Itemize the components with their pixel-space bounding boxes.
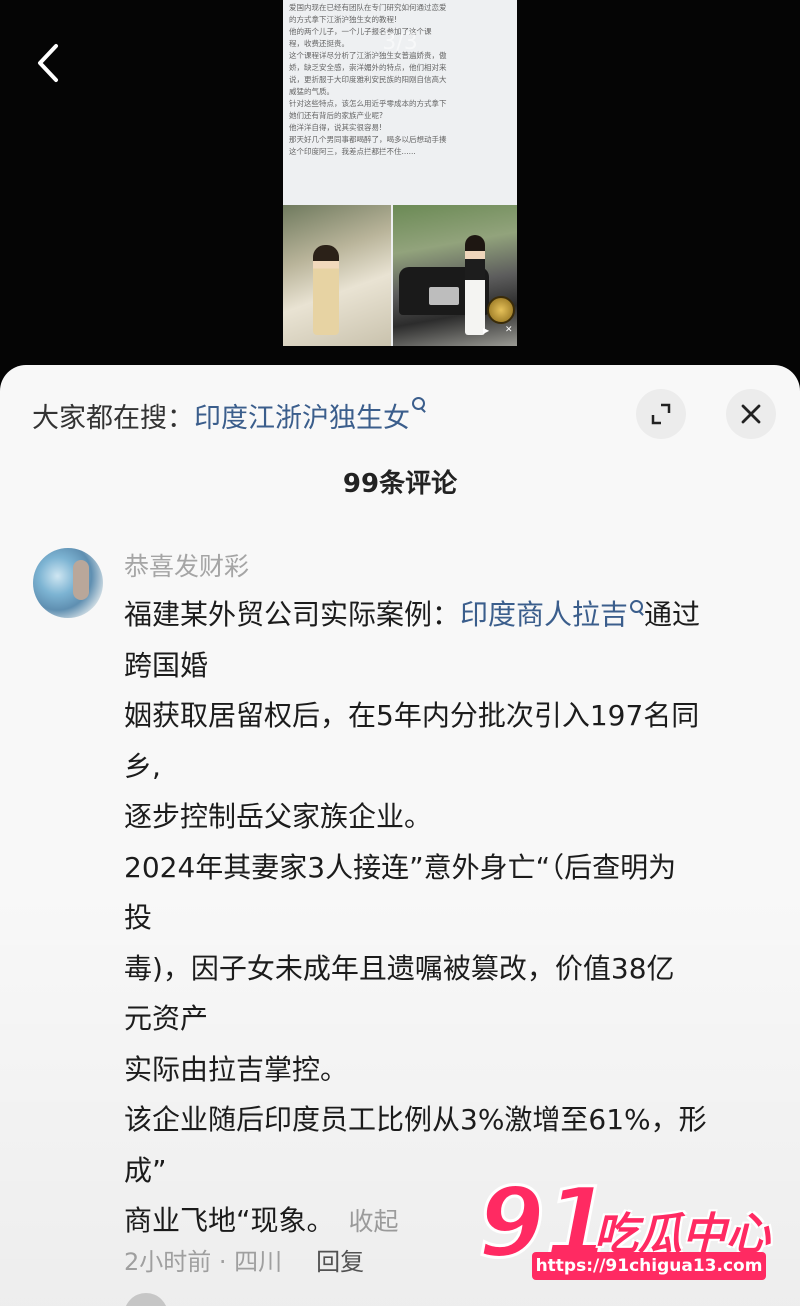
- comment-line: 该企业随后印度员工比例从3%激增至61%，形: [124, 1103, 707, 1136]
- photo-person: [465, 235, 485, 335]
- expand-icon: [651, 403, 671, 425]
- image-counter: 3/3: [382, 30, 418, 55]
- back-button[interactable]: [28, 38, 68, 88]
- close-button[interactable]: [726, 389, 776, 439]
- comment-line: 毒)，因子女未成年且遗嘱被篡改，价值38亿: [124, 951, 675, 985]
- comment-sheet: 大家都在搜： 印度江浙沪独生女 99条评论 恭喜发财彩 福建某外贸公司实际案例：…: [0, 365, 800, 1306]
- search-term-link[interactable]: 印度江浙沪独生女: [194, 396, 410, 435]
- photo-person: [313, 245, 339, 335]
- search-icon: [412, 397, 426, 417]
- post-line: 针对这些特点，该怎么用近乎零成本的方式拿下: [289, 99, 447, 108]
- close-icon: ✕: [505, 325, 513, 335]
- post-line: 的方式拿下江浙沪独生女的教程!: [289, 15, 398, 24]
- back-icon: [38, 44, 58, 82]
- badge-icon: [487, 296, 515, 324]
- search-prefix: 大家都在搜：: [32, 402, 194, 434]
- comment-text-span: 福建某外贸公司实际案例：: [124, 598, 461, 631]
- keyword-link[interactable]: 印度商人拉吉: [460, 598, 628, 631]
- reply-button[interactable]: 回复: [316, 1248, 364, 1276]
- post-photo-left: [283, 205, 391, 346]
- comment-text-span: 商业飞地“现象。: [124, 1204, 335, 1237]
- post-line: 那天好几个男同事都喝醉了，喝多以后想动手揍: [289, 135, 447, 144]
- comment-line: 乡,: [124, 749, 161, 783]
- avatar[interactable]: [124, 1293, 168, 1306]
- post-line: 说，更折服于大印度雅利安民族的阳刚自信高大: [289, 75, 447, 84]
- post-line: 他洋洋自得，说其实很容易!: [289, 123, 383, 132]
- close-icon: [741, 404, 761, 424]
- avatar[interactable]: [33, 548, 103, 618]
- comment-line: 姻获取居留权后，在5年内分批次引入197名同: [124, 699, 700, 732]
- comment-username[interactable]: 恭喜发财彩: [124, 547, 249, 583]
- comment-count: 99条评论: [342, 469, 458, 499]
- post-line: 娇，缺乏安全感，崇洋媚外的特点，他们相对来: [289, 63, 447, 72]
- post-line: 爱国内现在已经有团队在专门研究如何通过恋爱: [289, 3, 447, 12]
- watermark-url: https://91chigua13.com: [532, 1252, 766, 1280]
- post-line: 威猛的气质。: [289, 87, 334, 96]
- comment-line: 跨国婚: [124, 648, 209, 682]
- comment-line: 元资产: [124, 1002, 209, 1035]
- post-photo-right: [393, 205, 517, 346]
- comment-meta: 2小时前 · 四川 回复: [124, 1242, 364, 1277]
- search-suggestion[interactable]: 大家都在搜： 印度江浙沪独生女: [32, 395, 426, 435]
- image-viewer: 爱国内现在已经有团队在专门研究如何通过恋爱 的方式拿下江浙沪独生女的教程! 他的…: [0, 0, 800, 380]
- post-line: 她们还有背后的家族产业呢?: [289, 111, 383, 120]
- comment-line: 投: [124, 901, 153, 934]
- collapse-button[interactable]: 收起: [349, 1207, 399, 1236]
- comment-text-span: 通过: [644, 598, 701, 631]
- post-text: 爱国内现在已经有团队在专门研究如何通过恋爱 的方式拿下江浙沪独生女的教程! 他的…: [289, 2, 511, 158]
- watermark: 91 吃瓜中心 https://91chigua13.com: [476, 1170, 776, 1290]
- post-line: 这个印度阿三，我差点拦都拦不住......: [289, 147, 416, 156]
- comment-time-location: 2小时前 · 四川: [124, 1248, 283, 1276]
- comment-line: 逐步控制岳父家族企业。: [124, 800, 433, 833]
- comment-line: 2024年其妻家3人接连”意外身亡“（后查明为: [124, 850, 677, 884]
- play-icon: ▶: [483, 326, 490, 335]
- expand-button[interactable]: [636, 389, 686, 439]
- comment-line: 福建某外贸公司实际案例：印度商人拉吉 通过: [124, 590, 774, 641]
- comment-text: 福建某外贸公司实际案例：印度商人拉吉 通过 跨国婚 姻获取居留权后，在5年内分批次…: [124, 590, 774, 1247]
- comment-line: 实际由拉吉掌控。: [124, 1052, 349, 1086]
- search-icon: [630, 600, 644, 620]
